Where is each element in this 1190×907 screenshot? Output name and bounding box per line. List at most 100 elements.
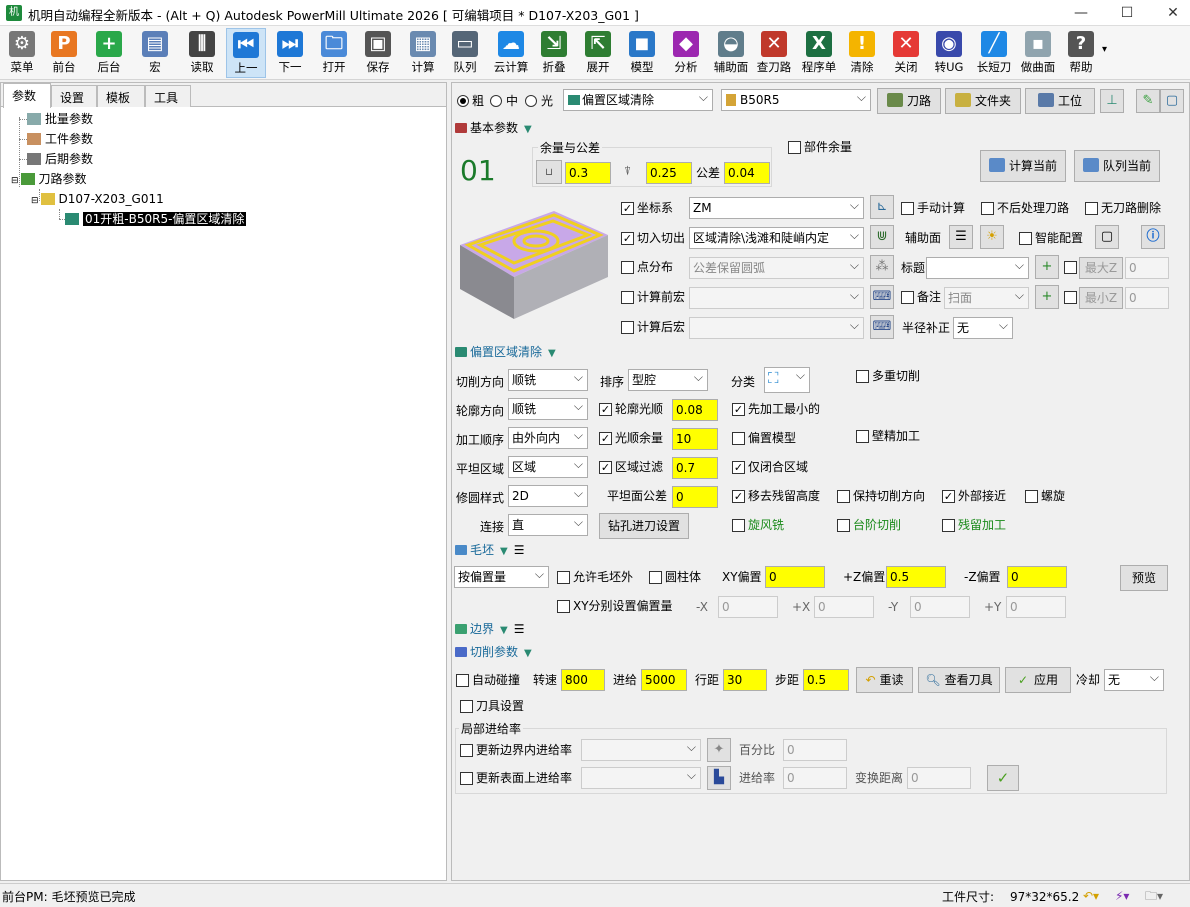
tab-settings[interactable]: 设置 (51, 85, 97, 107)
toolpath-button[interactable]: 刀路 (877, 88, 941, 114)
stepover-input[interactable]: 30 (723, 669, 767, 691)
tree-item-post-params[interactable]: 后期参数 (27, 150, 93, 168)
pre-macro-checkbox[interactable] (621, 291, 634, 304)
nz-offset-input[interactable]: 0 (1007, 566, 1067, 588)
flat-tol-input[interactable]: 0 (672, 486, 718, 508)
toolbar-button-7[interactable]: 🗀 打开 (314, 28, 354, 78)
smooth-allow-checkbox[interactable] (599, 432, 612, 445)
queue-current-button[interactable]: 队列当前 (1074, 150, 1160, 182)
trochoidal-checkbox[interactable] (732, 519, 745, 532)
maximize-button[interactable]: ☐ (1104, 0, 1150, 26)
max-z-checkbox[interactable] (1064, 261, 1077, 274)
toolbar-button-18[interactable]: X 程序单 (798, 28, 840, 78)
smooth-allow-input[interactable]: 10 (672, 428, 718, 450)
transition-input[interactable]: 0 (907, 767, 971, 789)
frame-button[interactable]: ▢ (1160, 89, 1184, 113)
post-macro-select[interactable] (689, 317, 864, 339)
max-z-button[interactable]: 最大Z (1079, 257, 1123, 279)
lead-select[interactable]: 区域清除\浅滩和陡峭内定 (689, 227, 864, 249)
toolbar-button-1[interactable]: P 前台 (44, 28, 84, 78)
calc-current-button[interactable]: 计算当前 (980, 150, 1066, 182)
toolbar-button-13[interactable]: ⇱ 展开 (578, 28, 618, 78)
radio-medium[interactable] (490, 95, 502, 107)
post-macro-checkbox[interactable] (621, 321, 634, 334)
close-window-button[interactable]: ✕ (1150, 0, 1190, 26)
toolbar-button-24[interactable]: ? 帮助 (1062, 28, 1100, 78)
toolbar-button-9[interactable]: ▦ 计算 (404, 28, 442, 78)
offset-model-checkbox[interactable] (732, 432, 745, 445)
wand-status-icon[interactable]: ⚡▾ (1115, 888, 1129, 904)
tab-params[interactable]: 参数 (3, 83, 51, 108)
radio-finish[interactable] (525, 95, 537, 107)
toolbar-button-10[interactable]: ▭ 队列 (446, 28, 484, 78)
apply-button[interactable]: ✓ 应用 (1005, 667, 1071, 693)
area-filter-checkbox[interactable] (599, 461, 612, 474)
tolerance-input[interactable]: 0.04 (724, 162, 770, 184)
view-tool-button[interactable]: 🔍︎ 查看刀具 (918, 667, 1000, 693)
workstation-button[interactable]: 工位 (1025, 88, 1095, 114)
axis-button[interactable]: ⊥ (1100, 89, 1124, 113)
stepdown-input[interactable]: 0.5 (803, 669, 849, 691)
section-cutting[interactable]: 切削参数 ▼ (455, 644, 532, 662)
config-button[interactable]: ▢ (1095, 225, 1119, 249)
update-boundary-feed-checkbox[interactable] (460, 744, 473, 757)
auto-collision-checkbox[interactable] (456, 674, 469, 687)
toolbar-button-19[interactable]: ! 清除 (842, 28, 882, 78)
smart-config-checkbox[interactable] (1019, 232, 1032, 245)
update-surface-feed-checkbox[interactable] (460, 772, 473, 785)
section-stock[interactable]: 毛坯 ▼ ☰ (455, 542, 524, 560)
tree-item-workpiece-params[interactable]: 工件参数 (27, 130, 93, 148)
layers-button[interactable]: ☰ (949, 225, 973, 249)
toolbar-button-6[interactable]: ⏭ 下一 (270, 28, 310, 78)
strategy-select[interactable]: 偏置区域清除 (563, 89, 713, 111)
toolbar-button-22[interactable]: ╱ 长短刀 (972, 28, 1016, 78)
min-z-button[interactable]: 最小Z (1079, 287, 1123, 309)
feed-rate-input[interactable]: 0 (783, 767, 847, 789)
toolbar-button-16[interactable]: ◒ 辅助面 (710, 28, 752, 78)
point-dist-button[interactable]: ⁂ (870, 255, 894, 279)
toolbar-button-4[interactable]: ⫼ 读取 (182, 28, 222, 78)
section-boundary[interactable]: 边界 ▼ ☰ (455, 621, 524, 639)
tool-select[interactable]: B50R5 (721, 89, 871, 111)
toolbar-button-17[interactable]: ✕ 查刀路 (754, 28, 794, 78)
minimize-button[interactable]: — (1058, 0, 1104, 26)
toolbar-button-23[interactable]: ▪ 做曲面 (1016, 28, 1060, 78)
min-z-input[interactable]: 0 (1125, 287, 1169, 309)
coolant-select[interactable]: 无 (1104, 669, 1164, 691)
local-feed-apply-button[interactable]: ✓ (987, 765, 1019, 791)
wall-finish-checkbox[interactable] (856, 430, 869, 443)
profile-smooth-checkbox[interactable] (599, 403, 612, 416)
spiral-checkbox[interactable] (1025, 490, 1038, 503)
classify-select[interactable]: ⛶ (764, 367, 810, 393)
pz-offset-input[interactable]: 0.5 (886, 566, 946, 588)
wand-button[interactable]: ✎ (1136, 89, 1160, 113)
no-post-checkbox[interactable] (981, 202, 994, 215)
tree-item-batch-params[interactable]: 批量参数 (27, 110, 93, 128)
tool-settings-checkbox[interactable] (460, 700, 473, 713)
coord-button[interactable]: ⊾ (870, 195, 894, 219)
manual-calc-checkbox[interactable] (901, 202, 914, 215)
point-dist-checkbox[interactable] (621, 261, 634, 274)
smallest-first-checkbox[interactable] (732, 403, 745, 416)
toolbar-button-0[interactable]: ⚙ 菜单 (2, 28, 42, 78)
toolbar-button-3[interactable]: ▤ 宏 (136, 28, 174, 78)
cut-dir-select[interactable]: 顺铣 (508, 369, 588, 391)
toolbar-button-12[interactable]: ⇲ 折叠 (534, 28, 574, 78)
title-select[interactable] (926, 257, 1029, 279)
toolbar-button-21[interactable]: ◉ 转UG (930, 28, 968, 78)
post-macro-button[interactable]: ⌨ (870, 315, 894, 339)
speed-input[interactable]: 800 (561, 669, 605, 691)
info-button[interactable]: ⓘ (1141, 225, 1165, 249)
lead-checkbox[interactable] (621, 232, 634, 245)
stock-preview-button[interactable]: 预览 (1120, 565, 1168, 591)
undo-status-icon[interactable]: ↶▾ (1083, 888, 1099, 904)
flat-select[interactable]: 区域 (508, 456, 588, 478)
keep-dir-checkbox[interactable] (837, 490, 850, 503)
boundary-feed-button[interactable]: ✦ (707, 738, 731, 762)
arc-style-select[interactable]: 2D (508, 485, 588, 507)
boundary-feed-select[interactable] (581, 739, 701, 761)
pre-macro-button[interactable]: ⌨ (870, 285, 894, 309)
pre-macro-select[interactable] (689, 287, 864, 309)
allow-outside-checkbox[interactable] (557, 571, 570, 584)
folder-button[interactable]: 文件夹 (945, 88, 1021, 114)
